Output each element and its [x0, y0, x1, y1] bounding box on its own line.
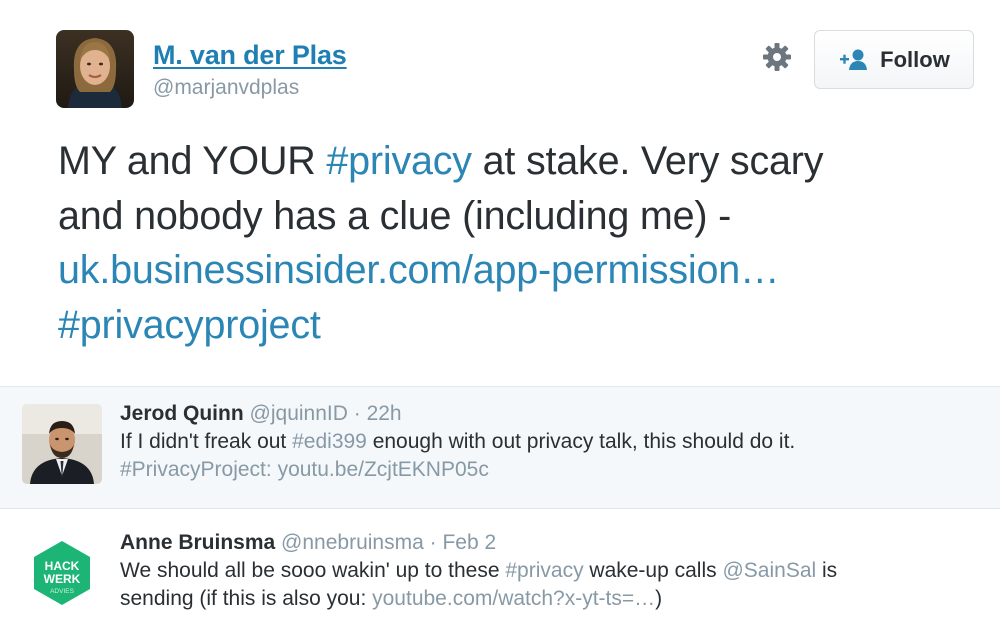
reply-line: If I didn't freak out #edi399 enough wit…	[120, 428, 980, 456]
reply-timestamp[interactable]: 22h	[367, 402, 402, 425]
reply-line: sending (if this is also you: youtube.co…	[120, 585, 980, 613]
reply-text-segment: )	[655, 587, 663, 610]
reply-line: #PrivacyProject: youtu.be/ZcjtEKNP05c	[120, 456, 980, 484]
reply-author-handle[interactable]: @jquinnID	[250, 402, 348, 425]
reply-header: Anne Bruinsma @nnebruinsma · Feb 2	[120, 529, 980, 557]
reply-avatar[interactable]	[22, 404, 102, 484]
reply-avatar[interactable]: HACK WERK ADVIES	[22, 533, 102, 613]
hashtag-privacy-link[interactable]: #privacy	[505, 559, 583, 582]
reply-body: Anne Bruinsma @nnebruinsma · Feb 2 We sh…	[120, 529, 980, 613]
reply-line: We should all be sooo wakin' up to these…	[120, 557, 980, 585]
author-avatar[interactable]	[56, 30, 134, 108]
hashtag-edi399-link[interactable]: #edi399	[292, 430, 367, 453]
reply-text: If I didn't freak out #edi399 enough wit…	[120, 428, 980, 484]
reply-text-segment: We should all be sooo wakin' up to these	[120, 559, 506, 582]
youtube-link[interactable]: youtu.be/ZcjtEKNP05c	[278, 458, 489, 481]
hackwerk-logo-text: ADVIES	[50, 588, 75, 595]
gear-icon[interactable]	[760, 40, 794, 74]
mention-sainsal-link[interactable]: @SainSal	[722, 559, 816, 582]
hackwerk-logo-text: WERK	[44, 572, 81, 586]
tweet-header: M. van der Plas @marjanvdplas Follow	[0, 0, 1000, 120]
youtube-link[interactable]: youtube.com/watch?x-yt-ts=…	[372, 587, 655, 610]
reply-text-segment: If I didn't freak out	[120, 430, 293, 453]
reply-timestamp[interactable]: Feb 2	[442, 531, 496, 554]
reply-text-segment: sending (if this is also you:	[120, 587, 373, 610]
hackwerk-logo-text: HACK	[45, 559, 80, 573]
author-handle: @marjanvdplas	[153, 76, 300, 99]
reply-header: Jerod Quinn @jquinnID · 22h	[120, 400, 980, 428]
follow-button[interactable]: Follow	[814, 30, 974, 89]
reply-text-segment: is	[816, 559, 838, 582]
hashtag-privacy-link[interactable]: #privacy	[326, 139, 472, 183]
reply-author-name[interactable]: Anne Bruinsma	[120, 531, 275, 554]
follow-label: Follow	[880, 46, 950, 72]
reply-author-name[interactable]: Jerod Quinn	[120, 402, 244, 425]
tweet-text: MY and YOUR #privacy at stake. Very scar…	[58, 134, 978, 352]
tweet-line-2: and nobody has a clue (including me) -	[58, 193, 732, 238]
add-user-icon	[838, 48, 870, 72]
hashtag-privacyproject-link[interactable]: #privacyproject	[58, 298, 978, 353]
reply-text: We should all be sooo wakin' up to these…	[120, 557, 980, 613]
reply-tweet[interactable]: Jerod Quinn @jquinnID · 22h If I didn't …	[0, 386, 1000, 509]
tweet-text-segment: MY and YOUR	[58, 139, 327, 183]
reply-text-segment: enough with out privacy talk, this shoul…	[366, 430, 796, 453]
separator-dot: ·	[423, 531, 443, 554]
reply-text-segment: wake-up calls	[583, 559, 723, 582]
article-link[interactable]: uk.businessinsider.com/app-permission…	[58, 243, 978, 298]
separator-dot: ·	[347, 402, 367, 425]
hashtag-privacyproject-link[interactable]: #PrivacyProject:	[120, 458, 272, 481]
tweet-line-1: MY and YOUR #privacy at stake. Very scar…	[58, 134, 978, 189]
reply-body: Jerod Quinn @jquinnID · 22h If I didn't …	[120, 400, 980, 484]
reply-tweet[interactable]: HACK WERK ADVIES Anne Bruinsma @nnebruin…	[0, 516, 1000, 639]
tweet-text-segment: at stake. Very scary	[471, 139, 824, 183]
reply-author-handle[interactable]: @nnebruinsma	[281, 531, 424, 554]
author-name-link[interactable]: M. van der Plas	[153, 40, 347, 71]
